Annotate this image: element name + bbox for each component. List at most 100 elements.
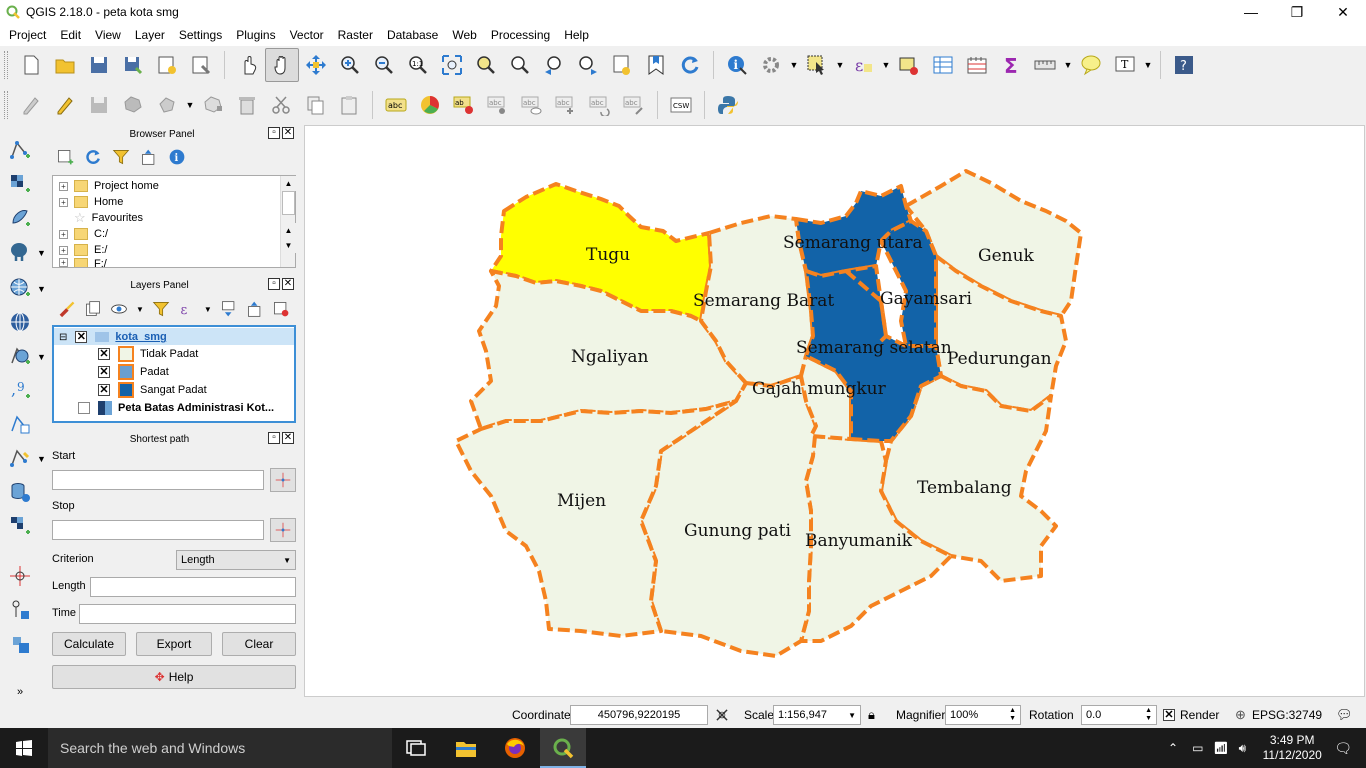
taskbar-search[interactable]: Search the web and Windows	[48, 728, 392, 768]
filter-icon[interactable]	[112, 148, 130, 166]
style-brush-icon[interactable]	[58, 300, 76, 318]
add-mssql-layer-button[interactable]	[6, 512, 34, 540]
field-calculator-button[interactable]	[960, 48, 994, 82]
rotation-spinbox[interactable]: 0.0 ▲ ▼	[1081, 705, 1157, 725]
coordinate-field[interactable]: 450796,9220195	[570, 705, 708, 725]
menu-help[interactable]: Help	[557, 28, 596, 42]
feature-action-dropdown[interactable]: ▼	[788, 48, 800, 82]
start-input[interactable]	[52, 470, 264, 490]
add-vector-layer-button[interactable]	[6, 136, 34, 164]
menu-web[interactable]: Web	[445, 28, 483, 42]
menu-project[interactable]: Project	[2, 28, 53, 42]
gps-tool-button[interactable]	[6, 596, 34, 624]
battery-icon[interactable]: ▭	[1192, 741, 1203, 755]
show-hide-labels-button[interactable]: abc	[515, 88, 549, 122]
select-features-button[interactable]	[800, 48, 834, 82]
help-button[interactable]: ✥ Help	[52, 665, 296, 689]
postgis-dropdown[interactable]: ▼	[37, 248, 46, 258]
menu-raster[interactable]: Raster	[331, 28, 380, 42]
scroll-up-arrow[interactable]: ▲	[281, 176, 296, 191]
wfs-dropdown[interactable]: ▼	[37, 352, 46, 362]
toggle-extents-mouse-icon[interactable]	[714, 707, 730, 723]
browser-scrollbar[interactable]: ▲ ▲ ▼	[280, 176, 296, 267]
browser-item-f-drive[interactable]: + F:/	[59, 258, 107, 267]
new-layer-dropdown[interactable]: ▼	[37, 454, 46, 464]
annotation-dropdown[interactable]: ▼	[1142, 48, 1154, 82]
composer-manager-button[interactable]	[184, 48, 218, 82]
add-geonode-button[interactable]	[6, 630, 34, 658]
filter-expression-dropdown[interactable]: ▼	[204, 305, 212, 314]
spinner-arrows-icon[interactable]: ▲ ▼	[1145, 707, 1152, 723]
magnifier-spinbox[interactable]: 100% ▲ ▼	[945, 705, 1021, 725]
menu-edit[interactable]: Edit	[53, 28, 88, 42]
render-checkbox[interactable]: ✕	[1163, 709, 1175, 721]
expand-all-icon[interactable]	[220, 300, 238, 318]
float-panel-button[interactable]: ▫	[268, 432, 280, 444]
move-feature-button[interactable]	[150, 88, 184, 122]
layer-kota-smg[interactable]: ⊟ ✕ kota_smg	[59, 329, 167, 345]
criterion-select[interactable]: Length ▼	[176, 550, 296, 570]
browser-item-project-home[interactable]: + Project home	[59, 178, 159, 194]
toolbar-handle[interactable]	[4, 91, 8, 119]
select-by-expression-button[interactable]: ε	[846, 48, 880, 82]
layer-diagram-button[interactable]	[413, 88, 447, 122]
crs-button[interactable]: EPSG:32749	[1252, 708, 1322, 722]
new-project-button[interactable]	[14, 48, 48, 82]
zoom-last-button[interactable]	[537, 48, 571, 82]
add-feature-button[interactable]	[116, 88, 150, 122]
delete-selected-button[interactable]	[230, 88, 264, 122]
calculate-button[interactable]: Calculate	[52, 632, 126, 656]
toggle-editing-button[interactable]	[48, 88, 82, 122]
refresh-button[interactable]	[673, 48, 707, 82]
cut-features-button[interactable]	[264, 88, 298, 122]
new-map-view-button[interactable]	[605, 48, 639, 82]
collapse-all-icon[interactable]	[246, 300, 264, 318]
browser-item-e-drive[interactable]: + E:/	[59, 242, 107, 258]
clear-button[interactable]: Clear	[222, 632, 296, 656]
info-icon[interactable]: i	[168, 148, 186, 166]
show-hidden-icons-chevron[interactable]: ⌃	[1168, 741, 1178, 755]
messages-icon[interactable]: 💬︎	[1336, 707, 1353, 723]
add-oracle-layer-button[interactable]	[6, 478, 34, 506]
scroll-thumb[interactable]	[282, 191, 295, 215]
pan-map-button[interactable]	[265, 48, 299, 82]
save-layer-edits-button[interactable]	[82, 88, 116, 122]
add-spatialite-layer-button[interactable]	[6, 204, 34, 232]
stop-input[interactable]	[52, 520, 264, 540]
new-print-composer-button[interactable]	[150, 48, 184, 82]
collapse-minus-icon[interactable]: ⊟	[59, 332, 67, 343]
pin-labels-button[interactable]: ab	[447, 88, 481, 122]
visibility-dropdown[interactable]: ▼	[136, 305, 144, 314]
text-annotation-button[interactable]: T	[1108, 48, 1142, 82]
map-svg[interactable]: Tugu Semarang utara Genuk Semarang Barat…	[305, 126, 1365, 697]
deselect-features-button[interactable]	[892, 48, 926, 82]
highlight-pinned-labels-button[interactable]: abc	[481, 88, 515, 122]
rotate-label-button[interactable]: abc	[583, 88, 617, 122]
time-field[interactable]	[79, 604, 296, 624]
maximize-button[interactable]: ❐	[1274, 0, 1320, 24]
copy-features-button[interactable]	[298, 88, 332, 122]
scroll-up-arrow[interactable]: ▲	[281, 223, 296, 238]
add-selected-layer-icon[interactable]	[56, 148, 74, 166]
node-tool-button[interactable]	[196, 88, 230, 122]
class-padat[interactable]: ✕ Padat	[98, 364, 169, 380]
zoom-in-button[interactable]	[333, 48, 367, 82]
menu-database[interactable]: Database	[380, 28, 445, 42]
statistical-summary-button[interactable]: Σ	[994, 48, 1028, 82]
browser-item-c-drive[interactable]: + C:/	[59, 226, 108, 242]
add-wcs-layer-button[interactable]	[6, 308, 34, 336]
add-virtual-layer-button[interactable]	[6, 410, 34, 438]
class-visibility-checkbox[interactable]: ✕	[98, 384, 110, 396]
zoom-full-button[interactable]	[435, 48, 469, 82]
toolbar-handle[interactable]	[4, 51, 8, 79]
float-panel-button[interactable]: ▫	[268, 127, 280, 139]
refresh-icon[interactable]	[84, 148, 102, 166]
csw-client-button[interactable]: CSW	[664, 88, 698, 122]
class-tidak-padat[interactable]: ✕ Tidak Padat	[98, 346, 198, 362]
taskbar-qgis-app[interactable]	[540, 728, 586, 768]
class-sangat-padat[interactable]: ✕ Sangat Padat	[98, 382, 207, 398]
visibility-eye-icon[interactable]	[110, 300, 128, 318]
open-project-button[interactable]	[48, 48, 82, 82]
network-icon[interactable]: 📶︎	[1213, 741, 1228, 755]
capture-point-button[interactable]	[6, 562, 34, 590]
